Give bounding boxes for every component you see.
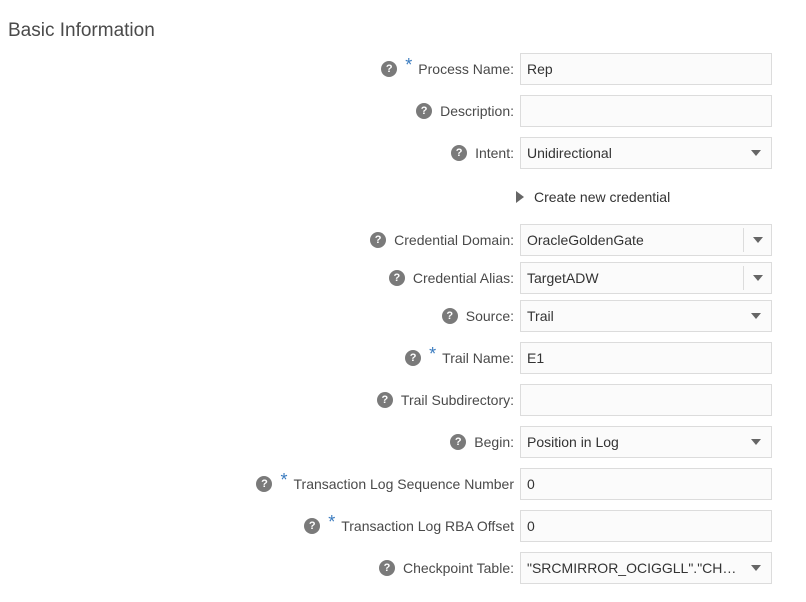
credential-alias-label: Credential Alias: [412, 270, 514, 286]
description-input[interactable] [520, 95, 772, 127]
required-marker: * [280, 469, 288, 490]
trail-subdirectory-input[interactable] [520, 384, 772, 416]
chevron-down-icon [752, 275, 763, 281]
checkpoint-table-select[interactable]: "SRCMIRROR_OCIGGLL"."CHECK... [520, 552, 772, 584]
help-icon[interactable]: ? [451, 145, 468, 161]
begin-value: Position in Log [527, 434, 619, 450]
create-new-credential-label: Create new credential [534, 189, 671, 205]
credential-domain-label: Credential Domain: [394, 232, 514, 248]
tx-log-seq-label: Transaction Log Sequence Number [293, 476, 515, 492]
chevron-down-icon [752, 237, 763, 243]
tx-log-seq-input[interactable]: 0 [520, 468, 772, 500]
chevron-down-icon[interactable] [751, 439, 761, 445]
trail-name-row: ? * Trail Name: E1 [0, 342, 806, 374]
intent-select[interactable]: Unidirectional [520, 137, 772, 169]
help-icon[interactable]: ? [388, 270, 405, 286]
credential-alias-value: TargetADW [527, 270, 599, 286]
help-icon[interactable]: ? [441, 308, 458, 324]
source-select[interactable]: Trail [520, 300, 772, 332]
trail-subdirectory-label: Trail Subdirectory: [400, 392, 514, 408]
credential-domain-value: OracleGoldenGate [527, 232, 644, 248]
tx-log-rba-input[interactable]: 0 [520, 510, 772, 542]
help-icon[interactable]: ? [370, 232, 387, 248]
process-name-label: Process Name: [418, 61, 514, 77]
help-icon[interactable]: ? [378, 560, 395, 576]
help-icon[interactable]: ? [256, 476, 273, 492]
begin-select[interactable]: Position in Log [520, 426, 772, 458]
trail-subdirectory-row: ? Trail Subdirectory: [0, 384, 806, 416]
required-marker: * [429, 343, 437, 364]
intent-label: Intent: [475, 145, 514, 161]
process-name-input[interactable]: Rep [520, 53, 772, 85]
description-label: Description: [440, 103, 514, 119]
tx-log-seq-value: 0 [527, 476, 535, 492]
credential-domain-row: ? Credential Domain: OracleGoldenGate [0, 224, 806, 256]
tx-log-rba-row: ? * Transaction Log RBA Offset 0 [0, 510, 806, 542]
source-label: Source: [465, 308, 514, 324]
begin-label: Begin: [474, 434, 514, 450]
checkpoint-table-label: Checkpoint Table: [402, 560, 514, 576]
intent-value: Unidirectional [527, 145, 612, 161]
chevron-down-icon[interactable] [751, 150, 761, 156]
intent-row: ? Intent: Unidirectional [0, 137, 806, 169]
required-marker: * [405, 54, 413, 75]
disclosure-triangle-icon [516, 191, 524, 203]
help-icon[interactable]: ? [381, 61, 398, 77]
source-row: ? Source: Trail [0, 300, 806, 332]
source-value: Trail [527, 308, 554, 324]
credential-alias-dropdown-button[interactable] [744, 263, 771, 293]
help-icon[interactable]: ? [405, 350, 422, 366]
tx-log-rba-label: Transaction Log RBA Offset [341, 518, 514, 534]
process-name-row: ? * Process Name: Rep [0, 53, 806, 85]
credential-domain-dropdown-button[interactable] [744, 225, 771, 255]
help-icon[interactable]: ? [304, 518, 321, 534]
begin-row: ? Begin: Position in Log [0, 426, 806, 458]
trail-name-label: Trail Name: [442, 350, 514, 366]
trail-name-input[interactable]: E1 [520, 342, 772, 374]
section-title: Basic Information [8, 20, 155, 41]
help-icon[interactable]: ? [450, 434, 467, 450]
process-name-value: Rep [527, 61, 553, 77]
checkpoint-table-value: "SRCMIRROR_OCIGGLL"."CHECK... [527, 560, 743, 576]
credential-alias-combobox[interactable]: TargetADW [520, 262, 772, 294]
tx-log-seq-row: ? * Transaction Log Sequence Number 0 [0, 468, 806, 500]
trail-name-value: E1 [527, 350, 545, 366]
chevron-down-icon[interactable] [751, 313, 761, 319]
chevron-down-icon[interactable] [751, 565, 761, 571]
create-new-credential-toggle[interactable]: Create new credential [516, 185, 670, 209]
help-icon[interactable]: ? [416, 103, 433, 119]
basic-information-form: Basic Information ? * Process Name: Rep … [0, 0, 806, 602]
credential-alias-row: ? Credential Alias: TargetADW [0, 262, 806, 294]
credential-domain-combobox[interactable]: OracleGoldenGate [520, 224, 772, 256]
checkpoint-table-row: ? Checkpoint Table: "SRCMIRROR_OCIGGLL".… [0, 552, 806, 584]
help-icon[interactable]: ? [376, 392, 393, 408]
description-row: ? Description: [0, 95, 806, 127]
tx-log-rba-value: 0 [527, 518, 535, 534]
required-marker: * [328, 511, 336, 532]
